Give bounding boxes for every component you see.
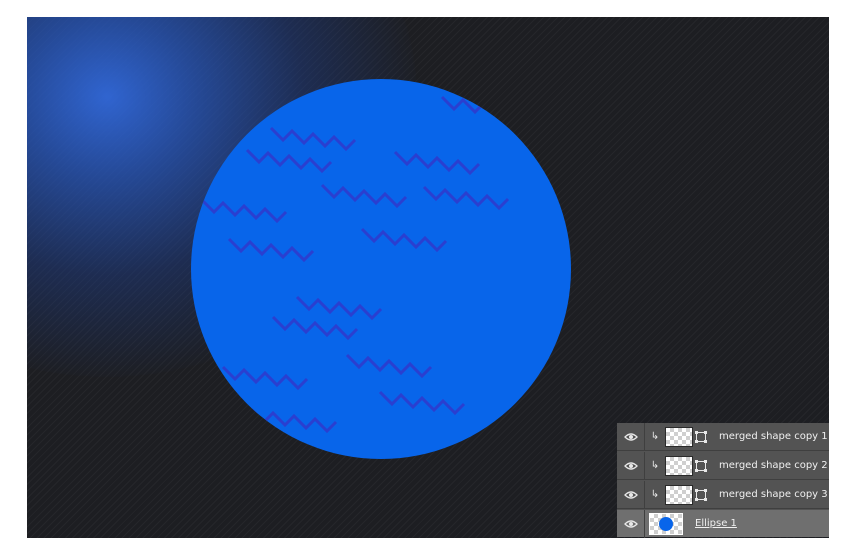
ellipse-layer-thumbnail[interactable]	[649, 512, 683, 535]
clipping-arrow-icon: ↳	[650, 431, 660, 442]
eye-icon[interactable]	[617, 422, 645, 451]
layer-row-merged-shape-copy-1[interactable]: ↳ merged shape copy 1	[617, 422, 829, 451]
layer-name[interactable]: merged shape copy 2	[719, 460, 828, 471]
eye-icon[interactable]	[617, 480, 645, 509]
clipping-arrow-icon: ↳	[650, 489, 660, 500]
layer-name[interactable]: Ellipse 1	[695, 518, 737, 529]
blue-circle-thumbnail-icon	[659, 516, 673, 531]
layer-thumbnail[interactable]	[665, 484, 693, 505]
vector-mask-icon[interactable]	[695, 459, 707, 472]
layer-thumbnail[interactable]	[665, 426, 693, 447]
eye-icon[interactable]	[617, 509, 645, 538]
vector-mask-icon[interactable]	[695, 430, 707, 443]
layer-row-merged-shape-copy-3[interactable]: ↳ merged shape copy 3	[617, 480, 829, 509]
eye-icon[interactable]	[617, 451, 645, 480]
clipping-arrow-icon: ↳	[650, 460, 660, 471]
layer-row-ellipse-1[interactable]: Ellipse 1	[617, 509, 829, 538]
layer-name[interactable]: merged shape copy 1	[719, 431, 828, 442]
zigzag-line	[515, 115, 571, 141]
layer-thumbnail[interactable]	[665, 455, 693, 476]
ellipse-1-shape	[191, 79, 571, 459]
layer-name[interactable]: merged shape copy 3	[719, 489, 828, 500]
layer-row-merged-shape-copy-2[interactable]: ↳ merged shape copy 2	[617, 451, 829, 480]
document-canvas[interactable]: ↳ merged shape copy 1 ↳ merged shape cop…	[27, 17, 829, 538]
vector-mask-icon[interactable]	[695, 488, 707, 501]
layers-panel: ↳ merged shape copy 1 ↳ merged shape cop…	[617, 422, 829, 538]
